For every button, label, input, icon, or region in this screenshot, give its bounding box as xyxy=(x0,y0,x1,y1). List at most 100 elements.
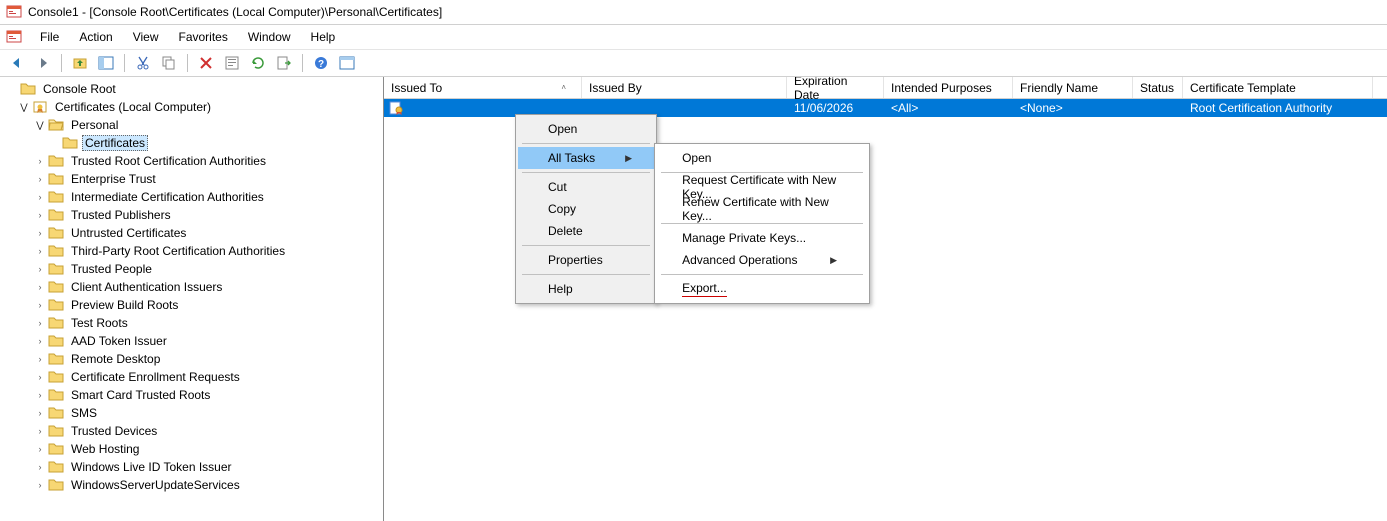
tree-pane[interactable]: Console Root ⋁ Certificates (Local Compu… xyxy=(0,77,384,521)
tree-personal[interactable]: ⋁ Personal xyxy=(0,116,383,134)
help-button[interactable]: ? xyxy=(310,52,332,74)
chevron-right-icon[interactable]: › xyxy=(34,371,46,383)
sub-open[interactable]: Open xyxy=(657,147,867,169)
cell-friendly: <None> xyxy=(1013,100,1133,116)
chevron-right-icon[interactable]: › xyxy=(34,227,46,239)
menu-help[interactable]: Help xyxy=(301,28,346,46)
tree-folder[interactable]: ›AAD Token Issuer xyxy=(0,332,383,350)
menu-separator xyxy=(522,172,650,173)
col-issued-by[interactable]: Issued By xyxy=(582,77,787,98)
chevron-right-icon[interactable]: › xyxy=(34,209,46,221)
copy-button[interactable] xyxy=(158,52,180,74)
certificate-store-icon xyxy=(32,99,48,115)
sub-export[interactable]: Export... xyxy=(657,278,867,300)
menu-action[interactable]: Action xyxy=(69,28,122,46)
export-list-button[interactable] xyxy=(273,52,295,74)
chevron-right-icon[interactable]: › xyxy=(34,461,46,473)
tree-folder[interactable]: ›Intermediate Certification Authorities xyxy=(0,188,383,206)
show-hide-tree-button[interactable] xyxy=(95,52,117,74)
list-pane[interactable]: Issued To˄ Issued By Expiration Date Int… xyxy=(384,77,1387,521)
ctx-delete[interactable]: Delete xyxy=(518,220,654,242)
delete-button[interactable] xyxy=(195,52,217,74)
chevron-right-icon[interactable]: › xyxy=(34,281,46,293)
tree-label: Trusted Publishers xyxy=(68,207,174,223)
tree-certificates[interactable]: Certificates xyxy=(0,134,383,152)
ctx-all-tasks[interactable]: All Tasks▶ Open Request Certificate with… xyxy=(518,147,654,169)
ctx-open[interactable]: Open xyxy=(518,118,654,140)
col-friendly[interactable]: Friendly Name xyxy=(1013,77,1133,98)
chevron-right-icon[interactable]: › xyxy=(34,263,46,275)
tree-folder[interactable]: ›Enterprise Trust xyxy=(0,170,383,188)
tree-folder[interactable]: ›Web Hosting xyxy=(0,440,383,458)
chevron-right-icon[interactable]: › xyxy=(34,173,46,185)
tree-folder[interactable]: ›Windows Live ID Token Issuer xyxy=(0,458,383,476)
tree-folder[interactable]: ›Preview Build Roots xyxy=(0,296,383,314)
tree-folder[interactable]: › SMS xyxy=(0,404,383,422)
back-button[interactable] xyxy=(6,52,28,74)
col-issued-to[interactable]: Issued To˄ xyxy=(384,77,582,98)
col-status[interactable]: Status xyxy=(1133,77,1183,98)
cut-button[interactable] xyxy=(132,52,154,74)
chevron-right-icon[interactable]: › xyxy=(34,425,46,437)
menu-favorites[interactable]: Favorites xyxy=(169,28,238,46)
tree-folder[interactable]: ›Remote Desktop xyxy=(0,350,383,368)
tree-folder[interactable]: ›Test Roots xyxy=(0,314,383,332)
new-window-button[interactable] xyxy=(336,52,358,74)
tree-label: WindowsServerUpdateServices xyxy=(68,477,243,493)
ctx-cut[interactable]: Cut xyxy=(518,176,654,198)
tree-certificates-local[interactable]: ⋁ Certificates (Local Computer) xyxy=(0,98,383,116)
chevron-right-icon[interactable]: › xyxy=(34,155,46,167)
cell-template: Root Certification Authority xyxy=(1183,100,1373,116)
menu-view[interactable]: View xyxy=(123,28,169,46)
folder-icon xyxy=(48,153,64,169)
tree-folder[interactable]: ›Smart Card Trusted Roots xyxy=(0,386,383,404)
refresh-button[interactable] xyxy=(247,52,269,74)
tree-folder[interactable]: › Trusted Devices xyxy=(0,422,383,440)
chevron-right-icon[interactable]: › xyxy=(34,335,46,347)
chevron-right-icon[interactable]: › xyxy=(34,299,46,311)
sub-advanced[interactable]: Advanced Operations▶ xyxy=(657,249,867,271)
tree-console-root[interactable]: Console Root xyxy=(0,80,383,98)
tree-folder[interactable]: ›Client Authentication Issuers xyxy=(0,278,383,296)
ctx-properties[interactable]: Properties xyxy=(518,249,654,271)
tree-label: Console Root xyxy=(40,81,119,97)
properties-button[interactable] xyxy=(221,52,243,74)
chevron-right-icon[interactable]: › xyxy=(34,353,46,365)
tree-folder[interactable]: ›Untrusted Certificates xyxy=(0,224,383,242)
tree-folder[interactable]: › Certificate Enrollment Requests xyxy=(0,368,383,386)
chevron-down-icon[interactable]: ⋁ xyxy=(34,119,46,131)
chevron-right-icon[interactable]: › xyxy=(34,191,46,203)
tree-folder[interactable]: ›Trusted Root Certification Authorities xyxy=(0,152,383,170)
ctx-copy[interactable]: Copy xyxy=(518,198,654,220)
forward-button[interactable] xyxy=(32,52,54,74)
tree-label: SMS xyxy=(68,405,100,421)
chevron-right-icon[interactable]: › xyxy=(34,317,46,329)
tree-label: Certificate Enrollment Requests xyxy=(68,369,243,385)
tree-folder[interactable]: ›Third-Party Root Certification Authorit… xyxy=(0,242,383,260)
tree-folder[interactable]: › WindowsServerUpdateServices xyxy=(0,476,383,494)
chevron-right-icon[interactable]: › xyxy=(34,245,46,257)
col-template[interactable]: Certificate Template xyxy=(1183,77,1373,98)
menu-separator xyxy=(522,274,650,275)
chevron-right-icon[interactable]: › xyxy=(34,479,46,491)
chevron-right-icon[interactable]: › xyxy=(34,443,46,455)
menu-file[interactable]: File xyxy=(30,28,69,46)
col-purposes[interactable]: Intended Purposes xyxy=(884,77,1013,98)
list-header: Issued To˄ Issued By Expiration Date Int… xyxy=(384,77,1387,99)
sub-renew-cert[interactable]: Renew Certificate with New Key... xyxy=(657,198,867,220)
menu-window[interactable]: Window xyxy=(238,28,301,46)
chevron-right-icon[interactable]: › xyxy=(34,407,46,419)
chevron-down-icon[interactable]: ⋁ xyxy=(18,101,30,113)
sort-indicator-icon: ˄ xyxy=(561,83,566,92)
twisty-icon[interactable] xyxy=(6,83,18,95)
tree-folder[interactable]: ›Trusted People xyxy=(0,260,383,278)
ctx-help[interactable]: Help xyxy=(518,278,654,300)
folder-icon xyxy=(62,135,78,151)
tree-label: Trusted Devices xyxy=(68,423,160,439)
sub-manage-keys[interactable]: Manage Private Keys... xyxy=(657,227,867,249)
up-button[interactable] xyxy=(69,52,91,74)
tree-folder[interactable]: › Trusted Publishers xyxy=(0,206,383,224)
col-expiration[interactable]: Expiration Date xyxy=(787,77,884,98)
cell-status xyxy=(1133,107,1183,109)
chevron-right-icon[interactable]: › xyxy=(34,389,46,401)
